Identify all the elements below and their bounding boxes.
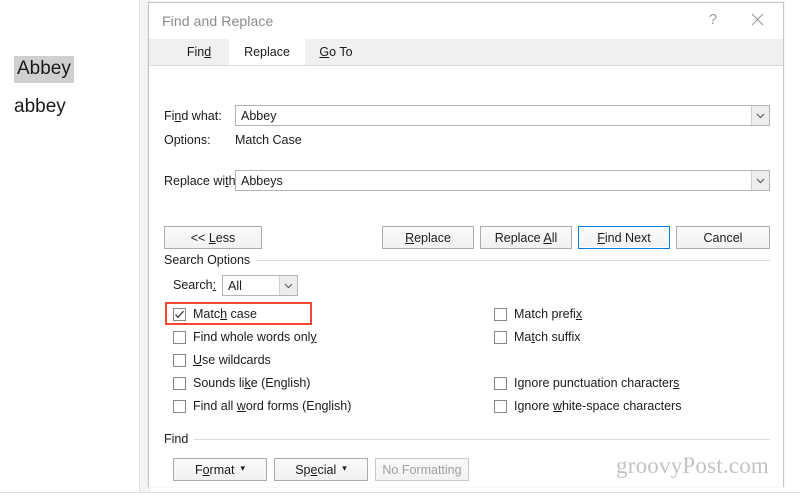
document-selected-word: Abbey (14, 56, 74, 83)
find-next-button[interactable]: Find Next (578, 226, 670, 249)
find-group-divider (164, 439, 770, 440)
find-next-button-label: Find Next (597, 230, 651, 245)
find-what-label: Find what: (164, 109, 222, 123)
tab-find[interactable]: Find (169, 39, 229, 65)
options-label: Options: (164, 133, 211, 147)
checkbox-match-case[interactable]: Match case (173, 305, 257, 323)
checkbox-unchecked-icon (173, 330, 186, 344)
find-what-value: Abbey (241, 109, 277, 123)
checkbox-use-wildcards[interactable]: Use wildcards (173, 351, 271, 369)
checkbox-unchecked-icon (494, 399, 507, 413)
checkbox-match-prefix[interactable]: Match prefix (494, 305, 582, 323)
checkbox-unchecked-icon (173, 399, 186, 413)
find-what-input[interactable]: Abbey (235, 105, 770, 126)
options-value: Match Case (235, 133, 302, 147)
checkbox-unchecked-icon (173, 376, 186, 390)
search-scope-select[interactable]: All (222, 275, 298, 296)
find-group-label: Find (164, 432, 195, 446)
less-button[interactable]: << Less (164, 226, 262, 249)
checkbox-find-whole-words-only-label: Find whole words only (193, 330, 317, 344)
document-bottom-strip (0, 492, 800, 500)
caret-down-icon: ▾ (342, 463, 347, 473)
checkbox-sounds-like-label: Sounds like (English) (193, 376, 311, 390)
checkbox-use-wildcards-label: Use wildcards (193, 353, 271, 367)
dialog-tab-strip: Find Replace Go To (149, 39, 783, 66)
cancel-button-label: Cancel (703, 230, 743, 245)
tab-replace[interactable]: Replace (229, 39, 305, 65)
tab-replace-label: Replace (244, 44, 290, 59)
search-scope-label: Search: (173, 278, 217, 292)
checkbox-unchecked-icon (494, 376, 507, 390)
checkbox-ignore-punctuation-label: Ignore punctuation characters (514, 376, 680, 390)
search-scope-value: All (228, 279, 242, 293)
checkbox-match-suffix-label: Match suffix (514, 330, 581, 344)
checkbox-checked-icon (173, 307, 186, 321)
checkbox-unchecked-icon (494, 330, 507, 344)
no-formatting-button-label: No Formatting (382, 462, 462, 477)
replace-all-button-label: Replace All (494, 230, 558, 245)
format-button[interactable]: Format ▾ (173, 458, 267, 481)
less-button-label: << Less (190, 230, 236, 245)
checkbox-find-all-word-forms[interactable]: Find all word forms (English) (173, 397, 351, 415)
help-icon[interactable]: ? (691, 3, 735, 36)
checkbox-match-suffix[interactable]: Match suffix (494, 328, 580, 346)
dialog-body: Find what: Abbey Options: Match Case Rep… (149, 66, 783, 487)
chevron-down-icon[interactable] (279, 276, 297, 295)
tab-go-to[interactable]: Go To (305, 39, 367, 65)
checkbox-find-all-word-forms-label: Find all word forms (English) (193, 399, 352, 413)
checkbox-match-case-label: Match case (193, 307, 257, 321)
close-icon[interactable] (735, 3, 779, 36)
no-formatting-button: No Formatting (375, 458, 469, 481)
replace-with-label: Replace with: (164, 174, 240, 188)
chevron-down-icon[interactable] (751, 106, 769, 125)
cancel-button[interactable]: Cancel (676, 226, 770, 249)
replace-button[interactable]: Replace (382, 226, 474, 249)
checkbox-unchecked-icon (494, 307, 507, 321)
replace-all-button[interactable]: Replace All (480, 226, 572, 249)
format-button-label: Format (194, 462, 235, 477)
checkbox-sounds-like[interactable]: Sounds like (English) (173, 374, 310, 392)
dialog-title: Find and Replace (162, 13, 274, 29)
watermark: groovyPost.com (616, 453, 769, 478)
checkbox-ignore-white-space[interactable]: Ignore white-space characters (494, 397, 681, 415)
chevron-down-icon[interactable] (751, 171, 769, 190)
checkbox-ignore-punctuation[interactable]: Ignore punctuation characters (494, 374, 679, 392)
replace-with-input[interactable]: Abbeys (235, 170, 770, 191)
search-options-group-label: Search Options (164, 253, 257, 267)
special-button[interactable]: Special ▾ (274, 458, 368, 481)
help-glyph: ? (708, 11, 718, 28)
find-and-replace-dialog: Find and Replace ? Find Replace Go To Fi… (148, 2, 784, 487)
special-button-label: Special (295, 462, 337, 477)
checkbox-ignore-white-space-label: Ignore white-space characters (514, 399, 682, 413)
replace-with-value: Abbeys (241, 174, 283, 188)
checkbox-find-whole-words-only[interactable]: Find whole words only (173, 328, 317, 346)
caret-down-icon: ▾ (240, 463, 246, 473)
checkbox-match-prefix-label: Match prefix (514, 307, 583, 321)
checkbox-unchecked-icon (173, 353, 186, 367)
dialog-titlebar[interactable]: Find and Replace ? (149, 3, 783, 39)
tab-go-to-label: Go To (319, 45, 353, 59)
replace-button-label: Replace (405, 230, 451, 245)
tab-find-label: Find (186, 45, 212, 59)
document-word: abbey (14, 96, 66, 117)
